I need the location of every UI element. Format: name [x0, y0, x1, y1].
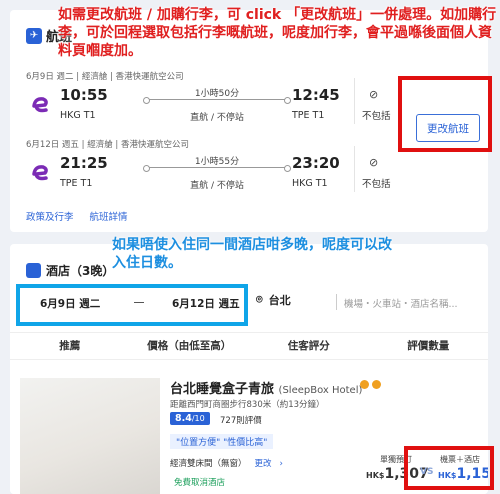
highlight-date-range: [16, 284, 248, 326]
location-search-input[interactable]: 機場・火車站・酒店名稱...: [344, 296, 458, 310]
depart-time: 21:25: [60, 154, 108, 172]
no-baggage-icon: ⊘: [369, 88, 379, 101]
change-room-link[interactable]: 更改: [255, 459, 272, 469]
baggage-status: 不包括: [362, 111, 391, 122]
arrive-airport: HKG T1: [292, 178, 328, 189]
hotel-distance: 距離西門町商圈步行830米（約13分鐘）: [170, 400, 325, 410]
hotel-rating-dots: [360, 380, 381, 389]
hotel-section-header: 酒店（3晚）: [26, 262, 114, 279]
hotel-photo[interactable]: [20, 378, 160, 494]
hk-express-logo-icon: [32, 97, 48, 113]
annotation-red-text: 如需更改航班 / 加購行李，可 click 「更改航班」一併處理。如加購行李，可…: [58, 7, 497, 59]
chevron-right-icon: ›: [279, 459, 283, 469]
location-value: 台北: [268, 294, 291, 307]
divider: [354, 146, 355, 192]
tab-guest-rating[interactable]: 住客評分: [249, 333, 369, 359]
flight-stops: 直航 / 不停站: [190, 181, 244, 191]
arrive-time: 23:20: [292, 154, 340, 172]
hotel-name[interactable]: 台北睡覺盒子青旅 (SleepBox Hotel): [170, 378, 362, 397]
flight-duration: 1小時50分: [194, 89, 240, 99]
location-field[interactable]: ⌾ 台北: [256, 292, 291, 308]
route-line: [143, 97, 291, 104]
flight-details-link[interactable]: 航班詳情: [90, 209, 128, 223]
arrive-time: 12:45: [292, 86, 340, 104]
rating-dot-icon: [372, 380, 381, 389]
depart-airport: TPE T1: [60, 178, 93, 189]
depart-airport: HKG T1: [60, 110, 96, 121]
depart-time: 10:55: [60, 86, 108, 104]
hotel-icon: [26, 263, 41, 278]
review-count: 727則評價: [220, 416, 262, 426]
tab-review-count[interactable]: 評價數量: [369, 333, 489, 359]
flight-meta: 6月12日 週五 | 經濟艙 | 香港快運航空公司: [26, 140, 190, 150]
annotation-blue-text: 如果唔使入住同一間酒店咁多晚，呢度可以改入住日數。: [112, 237, 392, 271]
plane-icon: ✈: [26, 27, 42, 44]
sort-tabs: 推薦 價格（由低至高） 住客評分 評價數量: [10, 332, 488, 360]
baggage-status: 不包括: [362, 179, 391, 190]
free-cancel-badge: 免費取消酒店: [174, 478, 226, 488]
route-line: [143, 165, 291, 172]
divider: [354, 78, 355, 124]
policy-baggage-link[interactable]: 政策及行李: [26, 209, 74, 223]
score-badge: 8.4/10: [170, 412, 210, 425]
hk-express-logo-icon: [32, 165, 48, 181]
highlight-combo-price: [404, 446, 494, 490]
hotel-tags: "位置方便" "性價比高": [170, 434, 274, 449]
flight-duration: 1小時55分: [194, 157, 240, 167]
no-baggage-icon: ⊘: [369, 156, 379, 169]
flight-links: 政策及行李 航班詳情: [26, 209, 128, 223]
tab-recommended[interactable]: 推薦: [10, 333, 130, 359]
rating-dot-icon: [360, 380, 369, 389]
highlight-change-flight: [398, 76, 492, 152]
room-type: 經濟雙床間（無窗） 更改 ›: [170, 459, 283, 469]
arrive-airport: TPE T1: [292, 110, 325, 121]
flight-meta: 6月9日 週二 | 經濟艙 | 香港快運航空公司: [26, 72, 184, 82]
location-pin-icon: ⌾: [256, 293, 263, 306]
divider: [336, 294, 337, 310]
flight-stops: 直航 / 不停站: [190, 113, 244, 123]
hotel-section-title: 酒店（3晚）: [46, 264, 115, 278]
tab-price-low-high[interactable]: 價格（由低至高）: [130, 333, 250, 359]
